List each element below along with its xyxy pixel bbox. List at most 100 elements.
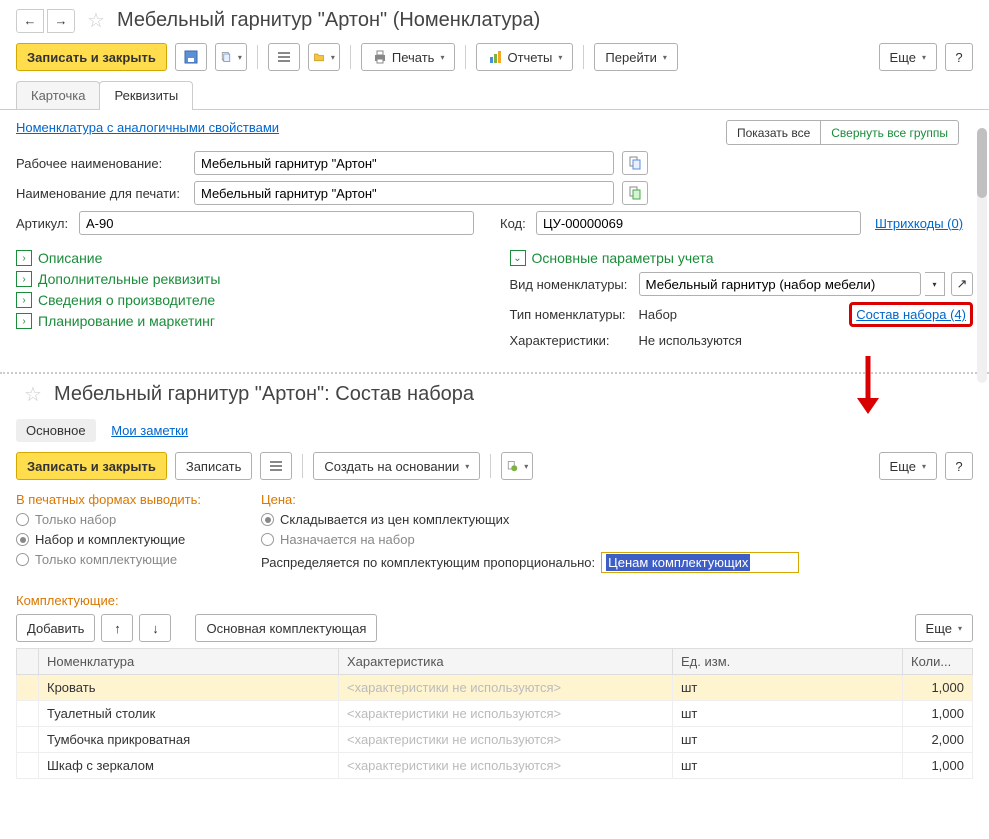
cell-unit: шт [673, 701, 903, 727]
kind-label: Вид номенклатуры: [510, 277, 635, 292]
section-additional[interactable]: ›Дополнительные реквизиты [16, 271, 480, 287]
work-name-input[interactable] [194, 151, 614, 175]
help-button-2[interactable]: ? [945, 452, 973, 480]
create-based-button[interactable]: Создать на основании [313, 452, 480, 480]
nav-forward-button[interactable]: → [47, 9, 75, 33]
kind-select[interactable] [639, 272, 922, 296]
radio-price-sum[interactable]: Складывается из цен комплектующих [261, 512, 799, 527]
chevron-right-icon: › [16, 292, 32, 308]
print-name-input[interactable] [194, 181, 614, 205]
list-icon-button-2[interactable] [260, 452, 292, 480]
type-value: Набор [639, 307, 678, 322]
collapse-all-button[interactable]: Свернуть все группы [820, 120, 959, 145]
tab-requisites[interactable]: Реквизиты [99, 81, 193, 109]
cell-char: <характеристики не используются> [339, 727, 673, 753]
add-button[interactable]: Добавить [16, 614, 95, 642]
cell-char: <характеристики не используются> [339, 753, 673, 779]
section-label: Сведения о производителе [38, 292, 215, 308]
table-row[interactable]: Шкаф с зеркалом <характеристики не испол… [17, 753, 973, 779]
components-table: Номенклатура Характеристика Ед. изм. Кол… [16, 648, 973, 779]
col-nomenclature[interactable]: Номенклатура [39, 649, 339, 675]
subtab-notes[interactable]: Мои заметки [101, 419, 198, 442]
save-button[interactable]: Записать [175, 452, 253, 480]
cell-qty: 1,000 [903, 753, 973, 779]
more-button[interactable]: Еще [879, 43, 937, 71]
move-down-button[interactable]: ↓ [139, 614, 171, 642]
col-characteristic[interactable]: Характеристика [339, 649, 673, 675]
similar-items-link[interactable]: Номенклатура с аналогичными свойствами [16, 120, 279, 135]
char-label: Характеристики: [510, 333, 635, 348]
nav-back-button[interactable]: ← [16, 9, 44, 33]
section-main-params[interactable]: ⌄ Основные параметры учета [510, 250, 974, 266]
chevron-down-icon: ⌄ [510, 250, 526, 266]
goto-button[interactable]: Перейти [594, 43, 678, 71]
cell-char: <характеристики не используются> [339, 701, 673, 727]
price-label: Цена: [261, 492, 799, 507]
more-button-3[interactable]: Еще [915, 614, 973, 642]
print-name-label: Наименование для печати: [16, 186, 186, 201]
work-name-label: Рабочее наименование: [16, 156, 186, 171]
radio-icon [261, 513, 274, 526]
chevron-right-icon: › [16, 313, 32, 329]
show-all-button[interactable]: Показать все [726, 120, 821, 145]
radio-only-set[interactable]: Только набор [16, 512, 201, 527]
section-description[interactable]: ›Описание [16, 250, 480, 266]
kind-open-button[interactable]: ↗ [951, 272, 973, 296]
radio-only-components[interactable]: Только комплектующие [16, 552, 201, 567]
article-label: Артикул: [16, 216, 71, 231]
section-manufacturer[interactable]: › Сведения о производителе [16, 292, 480, 308]
reports-label: Отчеты [507, 50, 552, 65]
favorite-star-icon[interactable]: ☆ [24, 382, 42, 407]
dist-label: Распределяется по комплектующим пропорци… [261, 555, 595, 570]
section-label: Основные параметры учета [532, 250, 714, 266]
radio-label: Набор и комплектующие [35, 532, 185, 547]
cell-unit: шт [673, 675, 903, 701]
copy-name-button[interactable] [622, 151, 648, 175]
radio-label: Только комплектующие [35, 552, 177, 567]
print-button[interactable]: Печать [361, 43, 456, 71]
scrollbar[interactable] [977, 128, 987, 383]
radio-set-and-components[interactable]: Набор и комплектующие [16, 532, 201, 547]
tab-card[interactable]: Карточка [16, 81, 100, 109]
main-component-button[interactable]: Основная комплектующая [195, 614, 377, 642]
save-close-button[interactable]: Записать и закрыть [16, 43, 167, 71]
code-input[interactable] [536, 211, 861, 235]
table-row[interactable]: Кровать <характеристики не используются>… [17, 675, 973, 701]
move-up-button[interactable]: ↑ [101, 614, 133, 642]
reports-button[interactable]: Отчеты [476, 43, 573, 71]
cell-unit: шт [673, 727, 903, 753]
radio-label: Назначается на набор [280, 532, 415, 547]
attach-button[interactable] [501, 452, 533, 480]
copy-print-name-button[interactable] [622, 181, 648, 205]
save-close-button-2[interactable]: Записать и закрыть [16, 452, 167, 480]
scrollbar-thumb[interactable] [977, 128, 987, 198]
article-input[interactable] [79, 211, 474, 235]
folder-button[interactable] [308, 43, 340, 71]
subtab-main[interactable]: Основное [16, 419, 96, 442]
table-row[interactable]: Тумбочка прикроватная <характеристики не… [17, 727, 973, 753]
save-icon-button[interactable] [175, 43, 207, 71]
table-row[interactable]: Туалетный столик <характеристики не испо… [17, 701, 973, 727]
page-title: Мебельный гарнитур "Артон" (Номенклатура… [117, 9, 540, 32]
radio-price-set[interactable]: Назначается на набор [261, 532, 799, 547]
radio-icon [16, 533, 29, 546]
col-qty[interactable]: Коли... [903, 649, 973, 675]
set-composition-link[interactable]: Состав набора (4) [856, 307, 966, 322]
cell-name: Туалетный столик [39, 701, 339, 727]
col-unit[interactable]: Ед. изм. [673, 649, 903, 675]
section-planning[interactable]: ›Планирование и маркетинг [16, 313, 480, 329]
more-button-2[interactable]: Еще [879, 452, 937, 480]
barcodes-link[interactable]: Штрихкоды (0) [875, 216, 963, 231]
page-title-2: Мебельный гарнитур "Артон": Состав набор… [54, 383, 474, 406]
chevron-right-icon: › [16, 250, 32, 266]
dist-value[interactable]: Ценам комплектующих [606, 554, 750, 571]
chevron-right-icon: › [16, 271, 32, 287]
kind-dropdown-button[interactable]: ▾ [925, 272, 945, 296]
list-icon-button[interactable] [268, 43, 300, 71]
help-button[interactable]: ? [945, 43, 973, 71]
favorite-star-icon[interactable]: ☆ [87, 8, 105, 33]
char-value: Не используются [639, 333, 742, 348]
clipboard-button[interactable] [215, 43, 247, 71]
print-forms-label: В печатных формах выводить: [16, 492, 201, 507]
cell-name: Кровать [39, 675, 339, 701]
